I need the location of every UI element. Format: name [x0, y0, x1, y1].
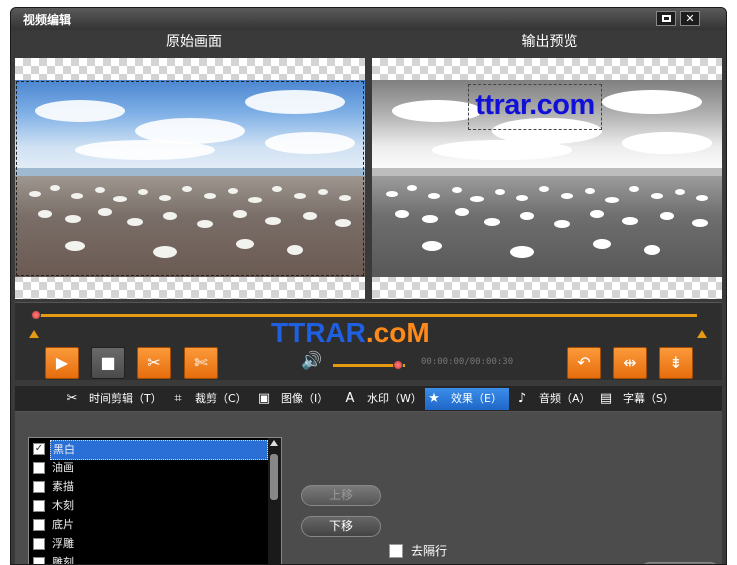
title-bar: 视频编辑 ✕ — [11, 8, 726, 30]
flip-vertical-icon: ⇟ — [669, 353, 683, 372]
split-icon: ✄ — [194, 353, 208, 372]
crop-icon: ⌗ — [174, 391, 182, 406]
tab-time-cut[interactable]: ✂ 时间剪辑（T） — [63, 388, 163, 410]
edit-tabs: ✂ 时间剪辑（T） ⌗ 裁剪（C） ▣ 图像（I） A 水印（W） ★ 效果（E） ♪ 音频… — [15, 386, 722, 412]
scroll-up-icon[interactable] — [270, 440, 278, 446]
scissors-icon: ✂ — [66, 391, 78, 406]
maximize-icon — [661, 15, 671, 22]
effects-panel: ✓ 黑白 油画 素描 木刻 底片 浮雕 雕刻 上移 下移 去隔行 — [15, 412, 722, 564]
checkbox[interactable] — [33, 519, 45, 531]
crop-frame[interactable] — [16, 81, 364, 276]
list-item[interactable]: ✓ 黑白 — [30, 440, 268, 460]
effects-list[interactable]: ✓ 黑白 油画 素描 木刻 底片 浮雕 雕刻 — [28, 437, 282, 564]
list-item[interactable]: 木刻 — [30, 497, 268, 516]
stop-button[interactable]: ■ — [91, 347, 125, 379]
list-item[interactable]: 底片 — [30, 516, 268, 535]
flip-vertical-button[interactable]: ⇟ — [659, 347, 693, 379]
close-button[interactable]: ✕ — [680, 11, 700, 26]
checkbox[interactable] — [33, 462, 45, 474]
scissors-icon: ✂ — [147, 353, 161, 372]
undo-icon: ↶ — [577, 353, 591, 372]
image-icon: ▣ — [257, 391, 271, 406]
video-edit-window: 视频编辑 ✕ 原始画面 输出预览 ttrar.com TTRAR.coM ▶ ■… — [10, 7, 727, 565]
original-frame — [15, 80, 365, 277]
tab-subtitle[interactable]: ▤ 字幕（S） — [597, 388, 681, 410]
checkbox[interactable] — [33, 481, 45, 493]
scroll-thumb[interactable] — [270, 454, 278, 500]
checkbox[interactable] — [33, 538, 45, 550]
volume-knob[interactable] — [392, 360, 403, 370]
end-marker[interactable] — [697, 330, 707, 338]
ttrar-logo: TTRAR.coM — [271, 317, 430, 348]
original-label: 原始画面 — [166, 34, 222, 50]
watermark-text: ttrar.com — [475, 89, 595, 121]
cut-button[interactable]: ✂ — [137, 347, 171, 379]
music-note-icon: ♪ — [517, 391, 527, 406]
maximize-button[interactable] — [656, 11, 676, 26]
flip-horizontal-button[interactable]: ⇹ — [613, 347, 647, 379]
window-title: 视频编辑 — [23, 13, 72, 27]
move-up-button[interactable]: 上移 — [301, 485, 381, 506]
preview-label: 输出预览 — [521, 34, 578, 50]
split-button[interactable]: ✄ — [184, 347, 218, 379]
volume-slider[interactable] — [333, 360, 405, 370]
checkbox[interactable]: ✓ — [33, 443, 45, 455]
preview-video-pane[interactable]: ttrar.com — [372, 58, 722, 299]
list-item[interactable]: 浮雕 — [30, 535, 268, 554]
time-display: 00:00:00/00:00:30 — [421, 357, 514, 367]
start-marker[interactable] — [29, 330, 39, 338]
list-item[interactable]: 油画 — [30, 459, 268, 478]
tab-watermark[interactable]: A 水印（W） — [341, 388, 422, 410]
undo-button[interactable]: ↶ — [567, 347, 601, 379]
deinterlace-label: 去隔行 — [411, 544, 448, 558]
list-scrollbar[interactable] — [268, 438, 281, 564]
deinterlace-checkbox[interactable] — [389, 544, 403, 558]
volume-icon[interactable]: 🔊 — [301, 351, 322, 371]
tab-crop[interactable]: ⌗ 裁剪（C） — [169, 388, 249, 410]
subtitle-icon: ▤ — [599, 391, 613, 406]
play-icon: ▶ — [55, 353, 69, 372]
tab-effects[interactable]: ★ 效果（E） — [425, 388, 509, 410]
list-item[interactable]: 素描 — [30, 478, 268, 497]
list-item[interactable]: 雕刻 — [30, 554, 268, 564]
checkbox[interactable] — [33, 557, 45, 564]
timeline-knob[interactable] — [31, 310, 41, 320]
flip-horizontal-icon: ⇹ — [623, 353, 637, 372]
close-icon: ✕ — [685, 12, 695, 25]
star-icon: ★ — [428, 391, 440, 406]
checkbox[interactable] — [33, 500, 45, 512]
tab-image[interactable]: ▣ 图像（I） — [255, 388, 335, 410]
stop-icon: ■ — [100, 353, 116, 372]
watermark-box[interactable]: ttrar.com — [468, 84, 602, 130]
move-down-button[interactable]: 下移 — [301, 516, 381, 537]
birds-image-bw — [386, 185, 708, 258]
tab-audio[interactable]: ♪ 音频（A） — [513, 388, 593, 410]
play-button[interactable]: ▶ — [45, 347, 79, 379]
playback-controls: TTRAR.coM ▶ ■ ✂ ✄ 🔊 00:00:00/00:00:30 ↶ … — [15, 302, 722, 380]
original-video-pane[interactable] — [15, 58, 365, 299]
watermark-icon: A — [345, 391, 355, 406]
